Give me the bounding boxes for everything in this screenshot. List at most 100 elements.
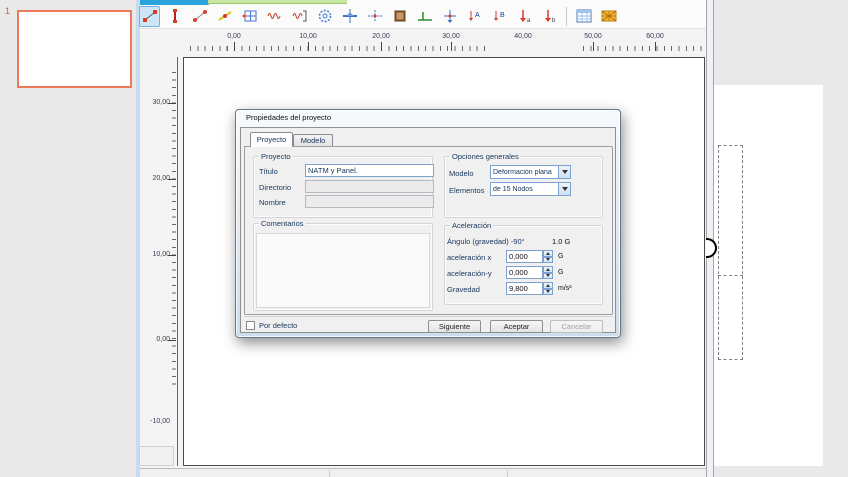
ground-fixity-tool-icon[interactable] — [414, 6, 435, 27]
next-button[interactable]: Siguiente — [428, 320, 481, 333]
h-ruler-ticks — [583, 46, 706, 51]
svg-text:a: a — [527, 18, 531, 24]
spin-down-icon[interactable] — [543, 257, 553, 264]
tab-proyecto[interactable]: Proyecto — [250, 132, 293, 147]
toolbar-separator — [566, 7, 567, 26]
h-ruler-label: 10,00 — [291, 33, 325, 40]
load-system-b-tool-icon[interactable]: B — [489, 6, 510, 27]
project-group-label: Proyecto — [259, 152, 293, 161]
h-ruler-major-tick — [308, 42, 309, 51]
tunnel-designer-tool-icon[interactable] — [239, 6, 260, 27]
v-ruler-major-tick — [168, 179, 176, 180]
ruler-corner-box — [139, 446, 174, 466]
accel-y-spinner[interactable] — [543, 266, 553, 279]
project-properties-dialog: Propiedades del proyecto Proyecto Modelo… — [235, 109, 621, 338]
v-ruler-label: -10,00 — [140, 418, 170, 425]
slide-number: 1 — [5, 6, 10, 16]
v-ruler-label: 10,00 — [140, 251, 170, 258]
svg-text:A: A — [475, 12, 480, 19]
content-placeholder-divider — [718, 275, 743, 276]
cancel-button[interactable]: Cancelar — [550, 320, 603, 333]
v-ruler-label: 30,00 — [140, 99, 170, 106]
accel-y-unit: G — [558, 269, 563, 276]
comments-textarea[interactable] — [256, 233, 430, 308]
chevron-down-icon — [562, 187, 568, 191]
slide-thumbnail[interactable] — [17, 10, 132, 88]
gravity-input[interactable] — [506, 282, 543, 295]
gravity-label: Gravedad — [447, 285, 480, 294]
name-input — [305, 195, 434, 208]
elements-combobox[interactable]: de 15 Nodos — [490, 182, 571, 196]
dialog-client-area: Proyecto Modelo Proyecto Título Director… — [240, 127, 616, 333]
svg-text:B: B — [500, 12, 505, 19]
gravity-spinner[interactable] — [543, 282, 553, 295]
v-ruler-label: 20,00 — [140, 175, 170, 182]
geometry-toolbar: A B a b — [139, 4, 619, 28]
spin-down-icon[interactable] — [543, 289, 553, 296]
plate-tool-icon[interactable] — [164, 6, 185, 27]
gravity-unit: m/s² — [558, 285, 572, 292]
acceleration-group-label: Aceleración — [450, 221, 493, 230]
project-tab-page: Proyecto Título Directorio Nombre Coment… — [244, 146, 613, 315]
v-ruler-major-tick — [168, 255, 176, 256]
title-label: Título — [259, 167, 278, 176]
status-cell-separator — [507, 470, 508, 477]
node-to-node-anchor-tool-icon[interactable] — [214, 6, 235, 27]
default-checkbox[interactable] — [246, 321, 255, 330]
accel-x-unit: G — [558, 253, 563, 260]
directory-input — [305, 180, 434, 193]
geogrid-tool-icon[interactable] — [189, 6, 210, 27]
h-ruler-label: 30,00 — [434, 33, 468, 40]
name-label: Nombre — [259, 198, 286, 207]
h-ruler-label: 60,00 — [638, 33, 672, 40]
accel-y-label: aceleración-y — [447, 269, 492, 278]
model-combobox-value: Deformación plana — [491, 169, 558, 176]
model-combobox[interactable]: Deformación plana — [490, 165, 571, 179]
h-ruler-major-tick — [451, 42, 452, 51]
chevron-down-icon — [562, 170, 568, 174]
accel-x-spinner[interactable] — [543, 250, 553, 263]
interface-tool-icon[interactable] — [289, 6, 310, 27]
h-ruler-label: 50,00 — [576, 33, 610, 40]
comments-group-label: Comentarios — [259, 219, 306, 228]
h-ruler-label: 40,00 — [506, 33, 540, 40]
dialog-bottom-separator — [244, 316, 613, 317]
status-cell-separator — [329, 470, 330, 477]
model-label: Modelo — [449, 169, 474, 178]
generate-mesh-tool-icon[interactable] — [598, 6, 619, 27]
title-input[interactable] — [305, 164, 434, 177]
elements-combobox-dropdown-button[interactable] — [558, 183, 570, 195]
gravity-angle-value: 1.0 G — [552, 237, 570, 246]
elements-combobox-value: de 15 Nodos — [491, 186, 558, 193]
accel-y-input[interactable] — [506, 266, 543, 279]
point-load-b-tool-icon[interactable]: b — [539, 6, 560, 27]
material-sets-box-tool-icon[interactable] — [389, 6, 410, 27]
point-load-a-tool-icon[interactable]: a — [514, 6, 535, 27]
load-system-a-tool-icon[interactable]: A — [464, 6, 485, 27]
screen: 1 — [0, 0, 848, 477]
dialog-title: Propiedades del proyecto — [246, 113, 331, 122]
h-ruler-major-tick — [655, 42, 656, 51]
hinge-tool-icon[interactable] — [339, 6, 360, 27]
accept-button[interactable]: Aceptar — [490, 320, 543, 333]
standard-fixities-tool-icon[interactable] — [364, 6, 385, 27]
content-placeholder-outline — [718, 145, 743, 360]
tunnel-tool-icon[interactable] — [314, 6, 335, 27]
fixed-end-anchor-tool-icon[interactable] — [264, 6, 285, 27]
selection-tool-icon[interactable] — [139, 6, 160, 27]
spin-down-icon[interactable] — [543, 273, 553, 280]
h-ruler-label: 0,00 — [217, 33, 251, 40]
v-ruler-axis — [177, 57, 178, 466]
h-ruler-major-tick — [234, 42, 235, 51]
directory-label: Directorio — [259, 183, 291, 192]
model-combobox-dropdown-button[interactable] — [558, 166, 570, 178]
material-sets-table-tool-icon[interactable] — [573, 6, 594, 27]
h-ruler-major-tick — [593, 42, 594, 51]
gravity-angle-label: Ángulo (gravedad) -90° — [447, 237, 525, 246]
accel-x-input[interactable] — [506, 250, 543, 263]
svg-text:b: b — [552, 18, 556, 24]
v-ruler-major-tick — [168, 103, 176, 104]
v-ruler-label: 0,00 — [140, 336, 170, 343]
h-ruler-label: 20,00 — [364, 33, 398, 40]
prescribed-displacement-tool-icon[interactable] — [439, 6, 460, 27]
